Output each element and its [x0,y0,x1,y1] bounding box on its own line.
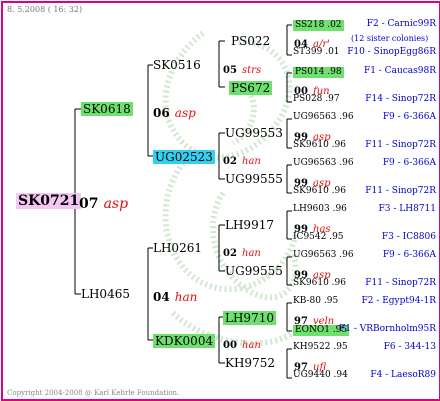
mother-queen-info: 04 han [153,288,197,304]
pedigree-frame: 8. 5.2008 ( 16: 32) Copyright 2004-2008 … [1,1,440,401]
father-queen-info: 06 asp [153,104,196,120]
mother-colony-id: LH0465 [81,287,130,301]
father-colony-id: SK0618 [81,102,133,116]
gen4-dam-id: SK9610 .96 [293,186,346,196]
gen4-sire-location: F9 - 6-366A [382,158,436,168]
gen4-sire-id: LH9603 .96 [293,204,347,214]
root-colony-id: SK0721 [16,193,82,209]
mother-year: 04 [153,290,170,304]
ff-colony-id: SK0516 [153,58,201,72]
gen3-colony-id: LH9710 [223,311,276,325]
gen4-note: (12 sister colonies) [351,34,429,43]
gen4-sire-location: F1 - Caucas98R [363,66,436,76]
gen3-colony-id: PS022 [231,34,271,48]
mm-queen-info: 00 han [223,335,261,351]
gen4-sire-id: KH9522 .95 [293,342,348,352]
gen4-sire-location: F9 - 6-366A [382,250,436,260]
ff-queen-info: 05 strs [223,60,261,76]
gen4-dam-location: F11 - Sinop72R [365,186,436,196]
mf-colony-id: LH0261 [153,241,202,255]
fm-colony-id: UG02523 [153,150,215,164]
root-breeder: asp [103,196,129,212]
timestamp: 8. 5.2008 ( 16: 32) [7,5,83,14]
gen4-sire-id: UG96563 .96 [293,112,354,122]
root-queen-info: 07 asp [79,195,128,211]
gen4-dam-id: SK9610 .96 [293,140,346,150]
gen4-dam-id: IC9542 .95 [293,232,344,242]
fm-breeder: han [242,156,261,167]
mf-breeder: han [242,248,261,259]
gen4-dam-location: F11 - Sinop72R [365,278,436,288]
gen4-dam-id: SK9610 .96 [293,278,346,288]
mm-year: 00 [223,340,237,351]
gen3-colony-id: UG99555 [225,172,283,186]
mm-colony-id: KDK0004 [153,334,216,348]
gen4-dam-location: F10 - SinopEgg86R [347,47,436,57]
gen4-dam-location: F11 - Sinop72R [365,140,436,150]
gen4-dam-location: F14 - Sinop72R [365,94,436,104]
gen4-dam-id: PS028 .97 [293,94,340,104]
gen4-dam-location: F3 - IC8806 [381,232,436,242]
ff-breeder: strs [242,65,262,76]
father-year: 06 [153,106,170,120]
gen3-colony-id: PS672 [229,81,273,95]
mm-breeder: han [242,340,261,351]
father-breeder: asp [174,106,196,120]
mother-breeder: han [174,290,198,304]
gen4-sire-id: SS218 .02 [293,20,344,31]
copyright: Copyright 2004-2008 @ Karl Kehrle Founda… [7,389,180,397]
gen3-colony-id: UG99553 [225,126,283,140]
gen4-sire-id: UG96563 .96 [293,158,354,168]
gen3-colony-id: UG99555 [225,264,283,278]
gen4-sire-id: PS014 .98 [293,67,344,78]
gen4-dam-location: F4 - LaesoR89 [370,370,436,380]
root-year: 07 [79,196,99,212]
gen4-sire-id: UG96563 .96 [293,250,354,260]
mf-queen-info: 02 han [223,243,261,259]
ff-year: 05 [223,65,237,76]
gen4-sire-location: F9 - 6-366A [382,112,436,122]
gen4-sire-location: F2 - Carnic99R [366,19,436,29]
fm-year: 02 [223,156,237,167]
gen4-sire-location: F2 - Egypt94-1R [361,296,436,306]
gen3-colony-id: LH9917 [225,218,274,232]
gen4-sire-id: KB-80 .95 [293,296,339,306]
gen4-dam-id: UG9440 .94 [293,370,348,380]
fm-queen-info: 02 han [223,151,261,167]
gen4-sire-location: F3 - LH8711 [378,204,436,214]
mf-year: 02 [223,248,237,259]
gen4-dam-id: ST399 .01 [293,47,340,57]
gen3-colony-id: KH9752 [225,356,275,370]
gen4-sire-location: F6 - 344-13 [383,342,436,352]
gen4-dam-location: F1 - VRBornholm95R [339,324,436,334]
